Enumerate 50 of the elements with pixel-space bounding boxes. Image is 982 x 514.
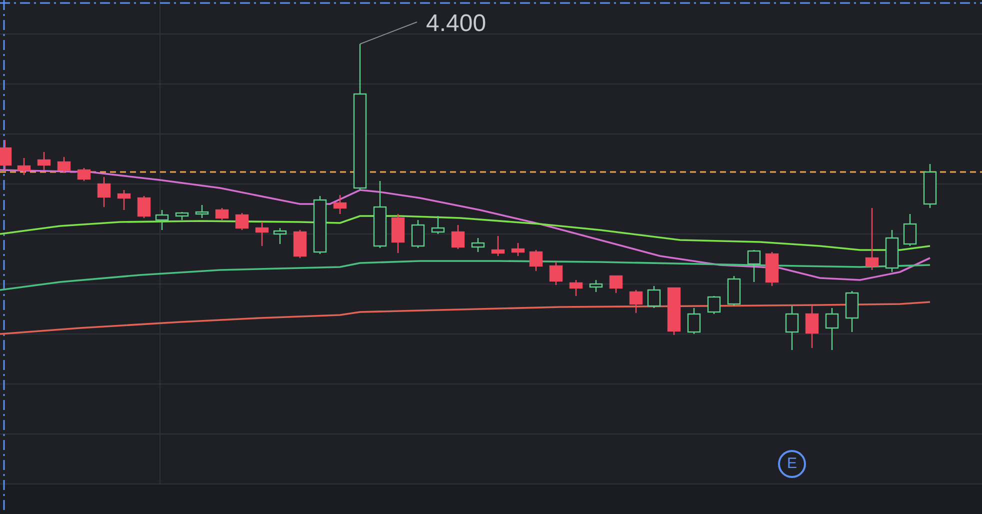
candlestick (805, 306, 819, 348)
candlestick (195, 205, 209, 218)
candlestick (0, 140, 12, 170)
candlestick (923, 164, 937, 208)
candlestick (885, 230, 899, 272)
candlestick (529, 250, 543, 271)
candlestick (865, 208, 879, 270)
candlestick (629, 290, 643, 313)
candlestick (707, 296, 721, 314)
candlestick (903, 214, 917, 246)
candlestick (411, 220, 425, 248)
candlestick (747, 250, 761, 282)
candlestick (549, 262, 563, 285)
candlestick (373, 181, 387, 248)
candlestick (609, 275, 623, 293)
candlestick (77, 168, 91, 181)
event-marker[interactable]: E (778, 450, 806, 478)
candlestick (845, 291, 859, 332)
candlestick (137, 196, 151, 218)
candlestick (491, 236, 505, 256)
candlestick (471, 238, 485, 252)
candlestick (727, 276, 741, 306)
candlestick (235, 213, 249, 230)
candlestick (647, 286, 661, 308)
candlestick (313, 196, 327, 254)
candlestick (293, 230, 307, 258)
candlestick (825, 308, 839, 350)
price-label: 4.400 (426, 10, 486, 38)
candlestick (155, 210, 169, 230)
candlestick (333, 195, 347, 214)
candlestick (37, 152, 51, 170)
candlestick (569, 280, 583, 296)
candlestick (391, 214, 405, 253)
candlestick (117, 190, 131, 210)
candlestick (511, 243, 525, 256)
leader-line (360, 22, 418, 44)
candlestick (451, 225, 465, 249)
candlestick (589, 280, 603, 292)
candlestick (215, 208, 229, 220)
candlestick (273, 228, 287, 244)
candlestick (97, 177, 111, 207)
candlestick (255, 222, 269, 246)
candlestick (765, 252, 779, 286)
candlestick (667, 287, 681, 335)
candlestick (57, 157, 71, 173)
candlestick (175, 212, 189, 220)
candlestick (785, 306, 799, 350)
candlestick (687, 308, 701, 334)
candlestick (431, 216, 445, 234)
candlestick (17, 158, 31, 175)
